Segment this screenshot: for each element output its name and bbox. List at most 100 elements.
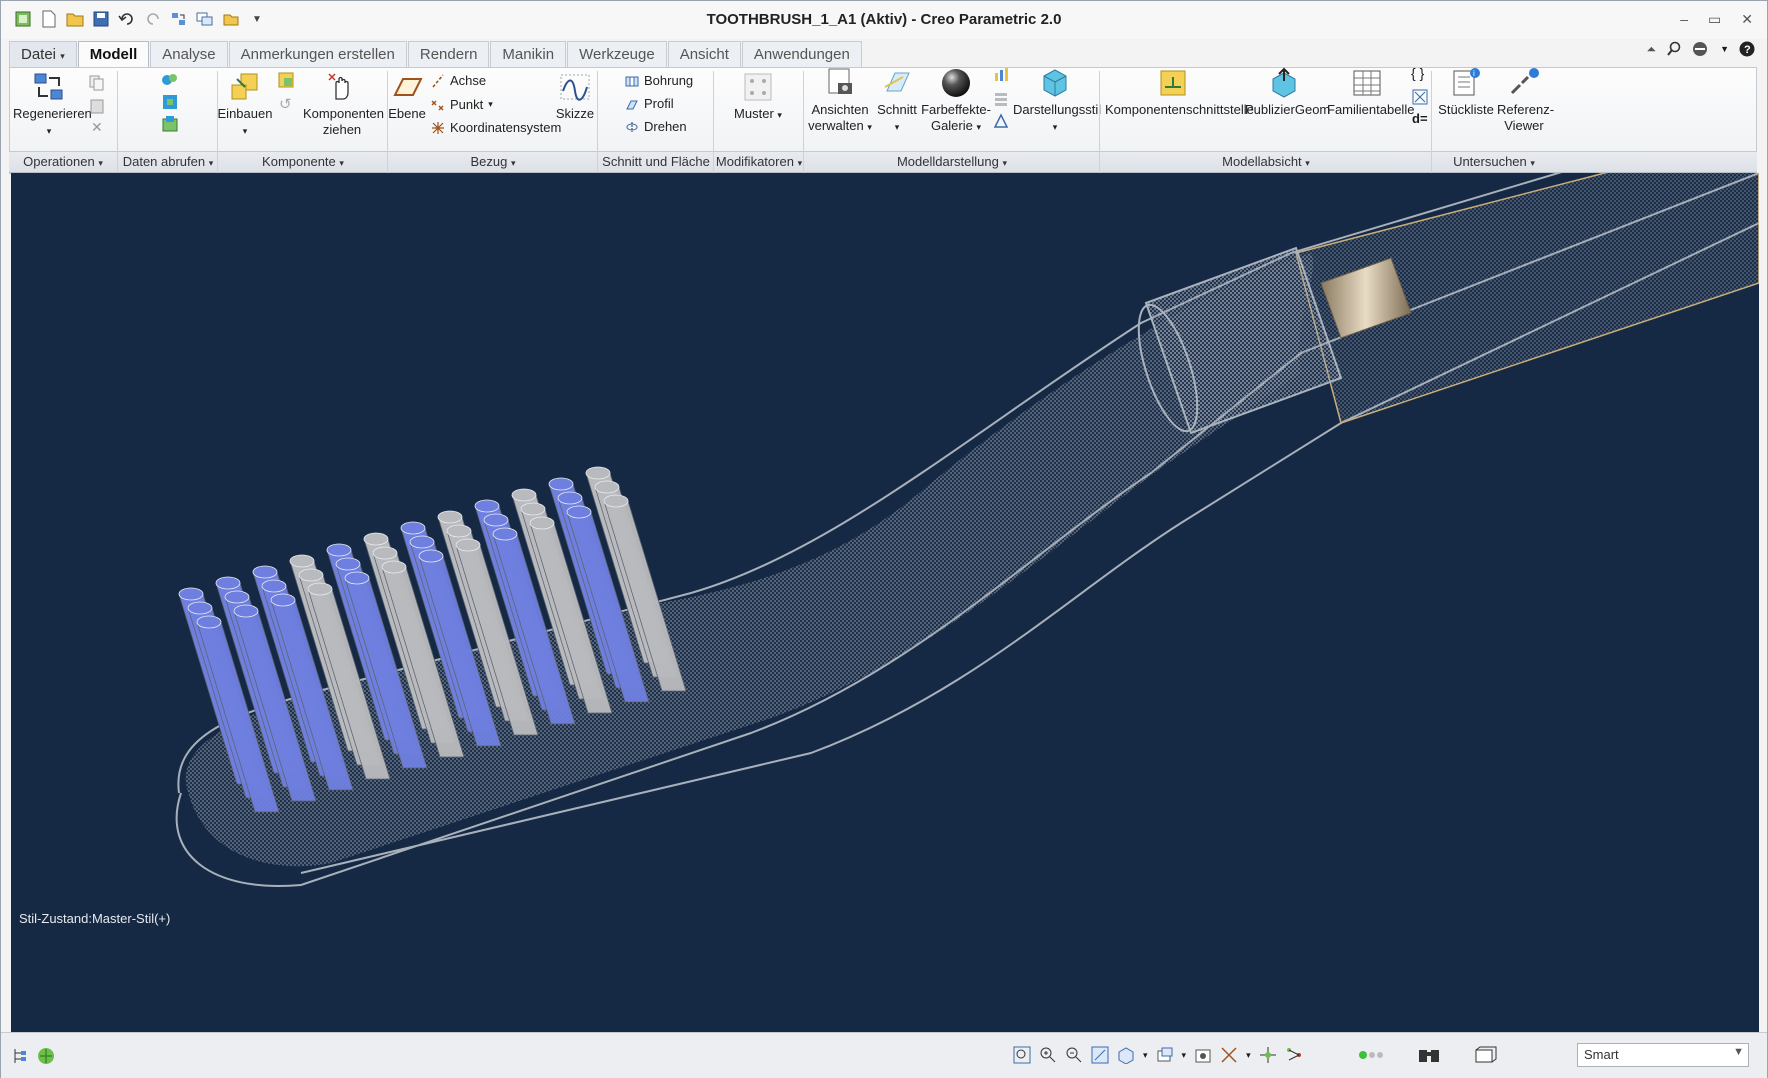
dropdown-arrow-icon[interactable]: ▾ xyxy=(1143,1050,1148,1061)
zoom-out-icon[interactable] xyxy=(1065,1046,1083,1064)
display-settings-icon[interactable] xyxy=(993,67,1009,83)
help-icon[interactable]: ? xyxy=(1739,41,1755,57)
find-binoculars-icon[interactable] xyxy=(1417,1045,1441,1065)
regenerieren-button[interactable]: Regenerieren ▾ xyxy=(13,71,92,139)
revolve-icon xyxy=(626,121,638,132)
zoom-in-icon[interactable] xyxy=(1039,1046,1057,1064)
schnitt-button[interactable]: Schnitt ▾ xyxy=(877,67,917,135)
bristle-tip xyxy=(455,538,481,552)
group-divider xyxy=(117,71,118,173)
publiziergeom-button[interactable]: PublizierGeom xyxy=(1245,67,1330,118)
datum-display-icon[interactable] xyxy=(1220,1046,1238,1064)
ebene-button[interactable]: Ebene xyxy=(387,71,427,122)
selection-box-icon[interactable] xyxy=(1473,1045,1497,1065)
layers-icon[interactable] xyxy=(993,91,1009,107)
bristle-tip xyxy=(289,554,315,568)
copy-geom-icon[interactable] xyxy=(161,71,179,89)
minimize-icon[interactable]: – xyxy=(1680,11,1688,28)
selection-filter-dropdown[interactable]: Smart ▼ xyxy=(1577,1043,1749,1067)
model-tree-icon[interactable] xyxy=(11,1047,29,1065)
saved-views-icon[interactable] xyxy=(1117,1046,1135,1064)
stueckliste-button[interactable]: i Stückliste xyxy=(1437,67,1495,118)
muster-button[interactable]: Muster ▾ xyxy=(729,71,787,123)
style-state-text: Stil-Zustand:Master-Stil(+) xyxy=(19,911,171,926)
tab-manikin[interactable]: Manikin xyxy=(490,41,567,67)
profil-button[interactable]: Profil xyxy=(625,96,674,111)
farbeffekte-galerie-button[interactable]: Farbeffekte- Galerie ▾ xyxy=(921,67,991,135)
delete-icon[interactable]: ✕ xyxy=(91,119,103,136)
group-operationen[interactable]: Operationen ▾ xyxy=(9,154,117,169)
annotation-display-icon[interactable] xyxy=(1285,1046,1303,1064)
tab-anmerkungen[interactable]: Anmerkungen erstellen xyxy=(228,41,407,67)
bristle-tip xyxy=(307,582,333,596)
bristle-tip xyxy=(594,480,620,494)
dropdown-arrow-icon[interactable]: ▾ xyxy=(1182,1050,1187,1061)
skizze-button[interactable]: Skizze xyxy=(553,71,597,122)
tab-datei[interactable]: Datei ▾ xyxy=(9,41,77,67)
tab-werkzeuge[interactable]: Werkzeuge xyxy=(567,41,667,67)
search-icon[interactable] xyxy=(1666,41,1682,57)
ansichten-verwalten-button[interactable]: Ansichten verwalten ▾ xyxy=(807,67,873,135)
bristle-tip xyxy=(474,499,500,513)
bristle-tip xyxy=(400,521,426,535)
interface-icon xyxy=(1160,70,1186,96)
tab-analyse[interactable]: Analyse xyxy=(150,41,228,67)
perspective-icon[interactable] xyxy=(993,113,1009,129)
maximize-icon[interactable]: ▭ xyxy=(1708,11,1721,28)
display-style-icon[interactable] xyxy=(1194,1046,1212,1064)
shrinkwrap-icon[interactable] xyxy=(161,93,179,111)
bristle-tip xyxy=(446,524,472,538)
komponenten-ziehen-button[interactable]: Komponenten ziehen xyxy=(303,71,384,138)
bristle-tip xyxy=(418,549,444,563)
parameters-icon[interactable] xyxy=(1412,89,1428,105)
bristle-tip xyxy=(492,527,518,541)
merge-icon[interactable] xyxy=(161,115,179,133)
spin-center-icon[interactable] xyxy=(1259,1046,1277,1064)
refit-icon[interactable] xyxy=(1013,1046,1031,1064)
referenz-viewer-button[interactable]: Referenz- Viewer xyxy=(1497,67,1554,134)
group-modifikatoren[interactable]: Modifikatoren ▾ xyxy=(715,154,803,169)
dropdown-arrow-icon[interactable]: ▾ xyxy=(1246,1050,1251,1061)
familientabelle-button[interactable]: Familientabelle xyxy=(1327,67,1414,118)
help-tools: ⏶ ▼ ? xyxy=(1646,41,1755,57)
d-equals-label[interactable]: d= xyxy=(1412,111,1428,126)
view-toolbar: ▾ ▾ ▾ xyxy=(1013,1045,1497,1065)
tab-rendern[interactable]: Rendern xyxy=(407,41,490,67)
graphics-viewport[interactable]: Stil-Zustand:Master-Stil(+) xyxy=(11,173,1759,1032)
toothbrush-model[interactable] xyxy=(11,173,1759,1032)
relations-icon[interactable]: { } xyxy=(1411,65,1424,81)
koordinatensystem-button[interactable]: Koordinatensystem xyxy=(431,120,561,135)
bom-icon: i xyxy=(1453,68,1480,96)
bohrung-button[interactable]: Bohrung xyxy=(625,73,693,88)
collapse-ribbon-icon[interactable]: ⏶ xyxy=(1646,42,1656,57)
bristle-tip xyxy=(529,516,555,530)
paste-icon[interactable] xyxy=(89,98,105,114)
repeat-icon[interactable]: ↺ xyxy=(279,95,292,113)
group-komponente[interactable]: Komponente ▾ xyxy=(219,154,387,169)
drehen-button[interactable]: Drehen xyxy=(625,119,687,134)
group-untersuchen[interactable]: Untersuchen ▾ xyxy=(1433,154,1555,169)
group-modelldarstellung[interactable]: Modelldarstellung ▾ xyxy=(805,154,1099,169)
group-daten-abrufen[interactable]: Daten abrufen ▾ xyxy=(119,154,217,169)
dropdown-arrow-icon[interactable]: ▼ xyxy=(1720,44,1729,54)
tab-anwendungen[interactable]: Anwendungen xyxy=(741,41,862,67)
community-icon[interactable] xyxy=(1692,41,1710,57)
bristle-tip xyxy=(483,513,509,527)
darstellungsstil-button[interactable]: Darstellungsstil ▾ xyxy=(1013,67,1101,135)
group-modellabsicht[interactable]: Modellabsicht ▾ xyxy=(1101,154,1431,169)
named-views-icon[interactable] xyxy=(1156,1046,1174,1064)
axis-icon xyxy=(432,73,444,88)
tab-ansicht[interactable]: Ansicht xyxy=(667,41,741,67)
achse-button[interactable]: Achse xyxy=(431,73,486,88)
repaint-icon[interactable] xyxy=(1091,1046,1109,1064)
browser-icon[interactable] xyxy=(37,1047,55,1065)
punkt-button[interactable]: Punkt ▾ xyxy=(431,97,493,112)
close-icon[interactable]: ✕ xyxy=(1741,11,1753,28)
bristle-tip xyxy=(511,488,537,502)
tab-modell[interactable]: Modell xyxy=(77,41,150,68)
copy-icon[interactable] xyxy=(89,75,105,91)
create-component-icon[interactable] xyxy=(277,71,295,89)
group-bezug[interactable]: Bezug ▾ xyxy=(389,154,597,169)
komponentenschnittstelle-button[interactable]: Komponentenschnittstelle xyxy=(1105,67,1254,118)
einbauen-button[interactable]: Einbauen ▾ xyxy=(217,71,273,139)
